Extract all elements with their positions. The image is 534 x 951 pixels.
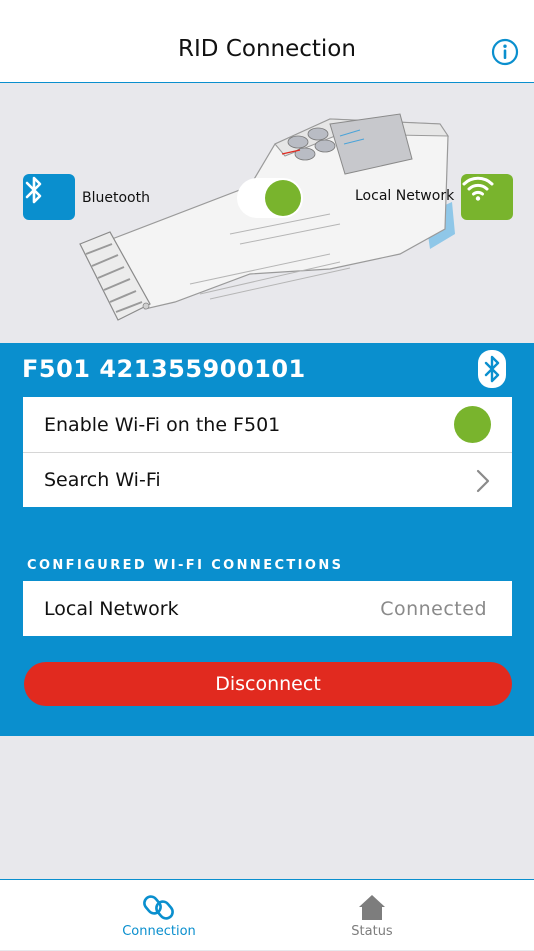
tab-bar: Connection Status <box>0 879 534 950</box>
tab-connection[interactable]: Connection <box>104 880 214 951</box>
wifi-icon <box>462 176 494 201</box>
configured-connections-card: Local Network Connected <box>23 581 512 636</box>
configured-connection-row[interactable]: Local Network Connected <box>23 581 512 636</box>
navigation-bar: RID Connection <box>0 0 534 83</box>
enable-wifi-label: Enable Wi-Fi on the F501 <box>44 413 281 436</box>
enable-wifi-row[interactable]: Enable Wi-Fi on the F501 <box>23 397 512 452</box>
info-icon[interactable] <box>491 38 519 66</box>
connection-status: Connected <box>380 597 487 620</box>
home-icon <box>359 895 385 920</box>
tab-connection-label: Connection <box>122 924 196 939</box>
wifi-settings-card: Enable Wi-Fi on the F501 Search Wi-Fi <box>23 397 512 507</box>
toggle-knob <box>265 180 301 216</box>
configured-connections-header: CONFIGURED WI-FI CONNECTIONS <box>27 558 344 573</box>
connection-name: Local Network <box>44 597 179 620</box>
search-wifi-label: Search Wi-Fi <box>44 469 161 491</box>
local-network-label: Local Network <box>355 188 455 204</box>
disconnect-button[interactable]: Disconnect <box>24 662 512 706</box>
device-name: F501 421355900101 <box>22 355 306 383</box>
link-icon <box>143 895 174 920</box>
bluetooth-icon <box>478 350 506 388</box>
chevron-right-icon <box>476 469 490 493</box>
connection-mode-toggle[interactable] <box>237 178 303 218</box>
page-title: RID Connection <box>178 36 356 62</box>
device-illustration-area: Bluetooth Local Network <box>0 84 534 342</box>
enable-wifi-toggle[interactable] <box>454 406 491 443</box>
search-wifi-row[interactable]: Search Wi-Fi <box>23 452 512 507</box>
tab-status-label: Status <box>351 924 393 939</box>
tab-status[interactable]: Status <box>317 880 427 951</box>
bluetooth-label: Bluetooth <box>82 190 150 206</box>
local-network-mode-icon[interactable] <box>461 174 513 220</box>
bluetooth-mode-icon[interactable] <box>23 174 75 220</box>
bluetooth-icon <box>25 176 42 204</box>
